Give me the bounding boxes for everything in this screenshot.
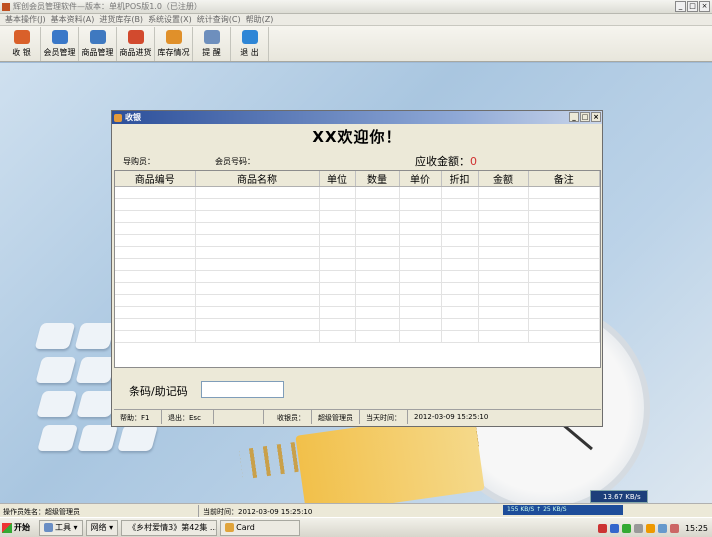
tools-icon xyxy=(44,523,53,532)
products-icon xyxy=(89,30,106,44)
table-row[interactable] xyxy=(115,222,600,235)
reminder-icon xyxy=(203,30,220,44)
status-blank xyxy=(214,410,264,424)
table-row[interactable] xyxy=(115,210,600,223)
amount-due: 应收金额：0 xyxy=(415,155,477,168)
barcode-input[interactable] xyxy=(201,381,284,398)
col-header-price[interactable]: 单价 xyxy=(399,171,442,187)
menu-stock[interactable]: 进货库存(B) xyxy=(99,14,143,25)
time-value: 2012-03-09 15:25:10 xyxy=(414,413,489,421)
dialog-maximize-button[interactable]: □ xyxy=(580,112,590,122)
cashier-name: 超级管理员 xyxy=(312,410,360,424)
table-row[interactable] xyxy=(115,258,600,271)
table-row[interactable] xyxy=(115,330,600,343)
member-label: 会员号码： xyxy=(215,157,255,166)
tray-icon[interactable] xyxy=(621,523,631,533)
dialog-title: 收银 xyxy=(125,113,141,122)
bandwidth-bar: 155 KB/S ↑ 25 KB/S xyxy=(503,505,623,515)
barcode-row: 条码/助记码 xyxy=(112,379,602,401)
window-controls: _ □ × xyxy=(675,1,710,12)
members-icon xyxy=(51,30,68,44)
table-row[interactable] xyxy=(115,270,600,283)
table-row[interactable] xyxy=(115,234,600,247)
menu-settings[interactable]: 系统设置(X) xyxy=(148,14,192,25)
operator-status: 操作员姓名：超级管理员 xyxy=(3,508,80,516)
app-title: 辉创会员管理软件—版本：单机POS版1.0（已注册） xyxy=(13,2,202,11)
welcome-heading: XX欢迎你！ xyxy=(312,128,402,146)
help-hint: 帮助：F1 xyxy=(114,410,162,424)
dialog-close-button[interactable]: × xyxy=(591,112,601,122)
toolbar: 收 银 会员管理 商品管理 商品进货 库存情况 提 醒 退 出 xyxy=(0,26,712,62)
purchase-icon xyxy=(127,30,144,44)
tray-icon[interactable] xyxy=(609,523,619,533)
table-row[interactable] xyxy=(115,282,600,295)
table-row[interactable] xyxy=(115,198,600,211)
menu-help[interactable]: 帮助(Z) xyxy=(246,14,274,25)
menu-statistics[interactable]: 统计查询(C) xyxy=(197,14,241,25)
cashier-icon xyxy=(13,30,30,44)
app-title-bar: 辉创会员管理软件—版本：单机POS版1.0（已注册） _ □ × xyxy=(0,0,712,14)
tray-clock[interactable]: 15:25 xyxy=(685,524,708,533)
table-row[interactable] xyxy=(115,294,600,307)
time-label: 当天时间： xyxy=(360,410,408,424)
col-header-note[interactable]: 备注 xyxy=(528,171,600,187)
tray-icon[interactable] xyxy=(657,523,667,533)
table-row[interactable] xyxy=(115,246,600,259)
table-row[interactable] xyxy=(115,186,600,199)
members-button[interactable]: 会员管理 xyxy=(41,27,79,61)
grid-header-row: 商品编号 商品名称 单位 数量 单价 折扣 金额 备注 xyxy=(115,171,600,187)
col-header-code[interactable]: 商品编号 xyxy=(115,171,196,187)
dialog-minimize-button[interactable]: _ xyxy=(569,112,579,122)
dialog-icon xyxy=(114,113,122,122)
col-header-unit[interactable]: 单位 xyxy=(319,171,356,187)
tray-icon[interactable] xyxy=(597,523,607,533)
info-row: 导购员： 会员号码： 应收金额：0 xyxy=(112,153,602,168)
tray-icon[interactable] xyxy=(645,523,655,533)
dialog-title-bar: 收银 _ □ × xyxy=(112,111,602,124)
exit-hint: 退出：Esc xyxy=(162,410,214,424)
start-button[interactable]: 开始 xyxy=(2,520,36,536)
current-time-status: 当前时间：2012-03-09 15:25:10 xyxy=(203,508,313,516)
col-header-amount[interactable]: 金额 xyxy=(478,171,529,187)
taskbar-network[interactable]: 网络 ▾ xyxy=(85,519,119,536)
dialog-status-bar: 帮助：F1 退出：Esc 收银员： 超级管理员 当天时间： 2012-03-09… xyxy=(114,409,601,424)
table-row[interactable] xyxy=(115,306,600,319)
reminder-button[interactable]: 提 醒 xyxy=(193,27,231,61)
items-grid[interactable]: 商品编号 商品名称 单位 数量 单价 折扣 金额 备注 xyxy=(114,170,601,368)
menu-basic-ops[interactable]: 基本操作(J) xyxy=(5,14,46,25)
barcode-label: 条码/助记码 xyxy=(129,385,188,398)
taskbar: 开始 工具 ▾ 网络 ▾ 《乡村爱情3》第42集 ... Card 15:25 xyxy=(0,517,712,537)
products-button[interactable]: 商品管理 xyxy=(79,27,117,61)
menubar: 基本操作(J) 基本资料(A) 进货库存(B) 系统设置(X) 统计查询(C) … xyxy=(0,14,712,26)
cashier-button[interactable]: 收 银 xyxy=(3,27,41,61)
system-tray: 15:25 xyxy=(594,519,712,537)
minimize-button[interactable]: _ xyxy=(675,1,686,12)
purchase-button[interactable]: 商品进货 xyxy=(117,27,155,61)
menu-basic-data[interactable]: 基本资料(A) xyxy=(51,14,95,25)
tray-icon[interactable] xyxy=(633,523,643,533)
col-header-name[interactable]: 商品名称 xyxy=(195,171,320,187)
inventory-button[interactable]: 库存情况 xyxy=(155,27,193,61)
net-speed-widget[interactable]: 13.67 KB/s xyxy=(590,490,648,503)
taskbar-tools[interactable]: 工具 ▾ xyxy=(39,519,83,536)
exit-icon xyxy=(241,30,258,44)
app-icon xyxy=(2,2,10,11)
exit-button[interactable]: 退 出 xyxy=(231,27,269,61)
taskbar-card[interactable]: Card xyxy=(220,519,301,536)
table-row[interactable] xyxy=(115,318,600,331)
close-button[interactable]: × xyxy=(699,1,710,12)
taskbar-video[interactable]: 《乡村爱情3》第42集 ... xyxy=(121,519,218,536)
amount-value: 0 xyxy=(470,155,477,168)
windows-flag-icon xyxy=(2,522,12,533)
card-app-icon xyxy=(225,523,235,532)
maximize-button[interactable]: □ xyxy=(687,1,698,12)
cashier-dialog: 收银 _ □ × XX欢迎你！ 导购员： 会员号码： 应收金额：0 商品编号 商… xyxy=(111,110,603,427)
inventory-icon xyxy=(165,30,182,44)
col-header-qty[interactable]: 数量 xyxy=(355,171,400,187)
cashier-label: 收银员： xyxy=(264,410,312,424)
guide-label: 导购员： xyxy=(123,157,155,166)
col-header-discount[interactable]: 折扣 xyxy=(441,171,479,187)
tray-icon[interactable] xyxy=(669,523,679,533)
